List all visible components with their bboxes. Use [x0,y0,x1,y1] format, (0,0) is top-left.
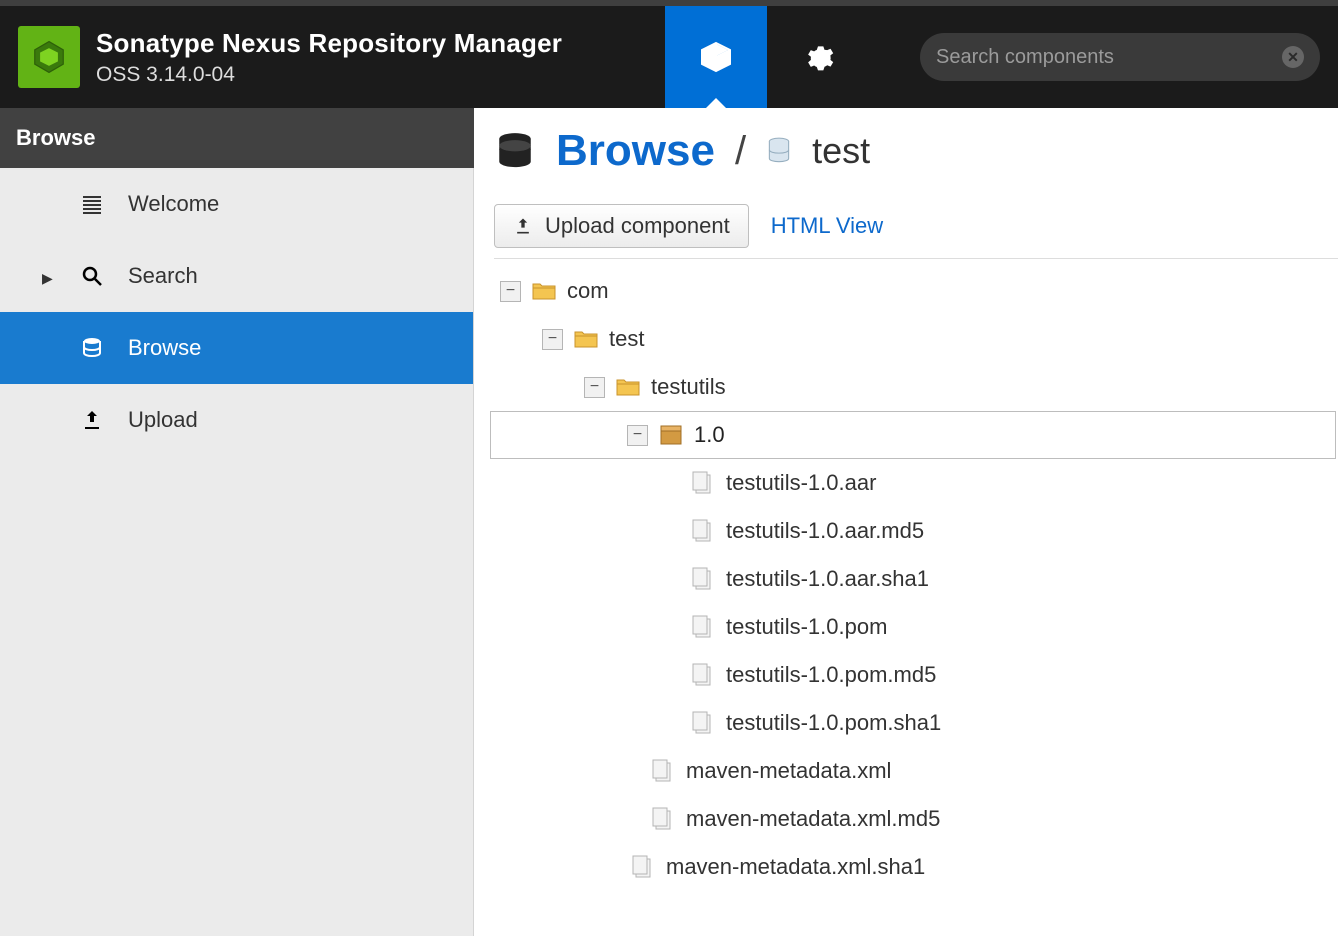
nav-browse[interactable] [665,6,767,108]
tree-file[interactable]: testutils-1.0.pom [490,603,1338,651]
file-icon [690,616,716,638]
breadcrumb-repo: test [812,130,870,172]
tree-node-label: testutils-1.0.aar.md5 [726,518,924,544]
gear-icon [802,41,834,73]
search-box[interactable]: ✕ [920,33,1320,81]
collapse-icon[interactable]: − [584,377,605,398]
search-input[interactable] [936,46,1282,69]
tree-file[interactable]: testutils-1.0.pom.sha1 [490,699,1338,747]
repo-icon [766,136,792,166]
tree-file[interactable]: maven-metadata.xml [490,747,1338,795]
database-icon [78,334,106,362]
tree-folder-test[interactable]: − test [490,315,1338,363]
collapse-icon[interactable]: − [627,425,648,446]
repo-tree: − com − test − testutils − 1.0 [490,267,1338,891]
cube-icon [700,41,732,73]
sidebar-item-label: Welcome [128,191,219,217]
tree-file[interactable]: testutils-1.0.aar.md5 [490,507,1338,555]
collapse-icon[interactable]: − [542,329,563,350]
toolbar: Upload component HTML View [494,204,1338,259]
tree-node-label: testutils-1.0.pom [726,614,887,640]
tree-file[interactable]: testutils-1.0.pom.md5 [490,651,1338,699]
file-icon [690,712,716,734]
sidebar-item-label: Browse [128,335,201,361]
tree-node-label: testutils-1.0.pom.md5 [726,662,936,688]
brand: Sonatype Nexus Repository Manager OSS 3.… [96,28,562,87]
tree-node-label: testutils-1.0.pom.sha1 [726,710,941,736]
top-nav [665,6,869,108]
html-view-link[interactable]: HTML View [771,213,883,239]
workspace: Browse Welcome Search Browse [0,108,1338,936]
upload-component-button[interactable]: Upload component [494,204,749,248]
upload-button-label: Upload component [545,213,730,239]
upload-icon [78,406,106,434]
tree-node-label: 1.0 [694,422,725,448]
tree-node-label: com [567,278,609,304]
sidebar: Browse Welcome Search Browse [0,108,474,936]
app-title: Sonatype Nexus Repository Manager [96,28,562,59]
tree-node-label: maven-metadata.xml.sha1 [666,854,925,880]
file-icon [650,760,676,782]
tree-node-label: maven-metadata.xml [686,758,891,784]
folder-open-icon [573,328,599,350]
collapse-icon[interactable]: − [500,281,521,302]
sidebar-item-welcome[interactable]: Welcome [0,168,473,240]
topbar: Sonatype Nexus Repository Manager OSS 3.… [0,0,1338,108]
tree-node-label: test [609,326,644,352]
sidebar-item-label: Upload [128,407,198,433]
upload-icon [513,216,533,236]
tree-file[interactable]: maven-metadata.xml.sha1 [490,843,1338,891]
sidebar-item-label: Search [128,263,198,289]
file-icon [690,664,716,686]
search-clear-icon[interactable]: ✕ [1282,46,1304,68]
sidebar-item-browse[interactable]: Browse [0,312,473,384]
nexus-logo [18,26,80,88]
main-panel: Browse / test Upload component HTML View… [474,108,1338,936]
sidebar-item-upload[interactable]: Upload [0,384,473,456]
tree-file[interactable]: maven-metadata.xml.md5 [490,795,1338,843]
tree-version-1-0[interactable]: − 1.0 [490,411,1336,459]
tree-node-label: testutils-1.0.aar.sha1 [726,566,929,592]
tree-node-label: testutils [651,374,726,400]
tree-file[interactable]: testutils-1.0.aar [490,459,1338,507]
breadcrumb: Browse / test [490,126,1338,176]
tree-node-label: testutils-1.0.aar [726,470,876,496]
folder-open-icon [615,376,641,398]
hexagon-icon [30,38,68,76]
expand-caret-icon[interactable] [42,263,56,289]
folder-open-icon [531,280,557,302]
database-icon [494,130,536,172]
file-icon [650,808,676,830]
tree-folder-testutils[interactable]: − testutils [490,363,1338,411]
sidebar-item-search[interactable]: Search [0,240,473,312]
file-icon [690,472,716,494]
lines-icon [78,190,106,218]
tree-node-label: maven-metadata.xml.md5 [686,806,940,832]
package-icon [658,424,684,446]
nav-settings[interactable] [767,6,869,108]
app-version: OSS 3.14.0-04 [96,63,562,87]
sidebar-header: Browse [0,108,474,168]
file-icon [690,568,716,590]
breadcrumb-separator: / [735,129,746,174]
file-icon [630,856,656,878]
file-icon [690,520,716,542]
search-icon [78,262,106,290]
tree-folder-com[interactable]: − com [490,267,1338,315]
breadcrumb-section[interactable]: Browse [556,126,715,176]
tree-file[interactable]: testutils-1.0.aar.sha1 [490,555,1338,603]
